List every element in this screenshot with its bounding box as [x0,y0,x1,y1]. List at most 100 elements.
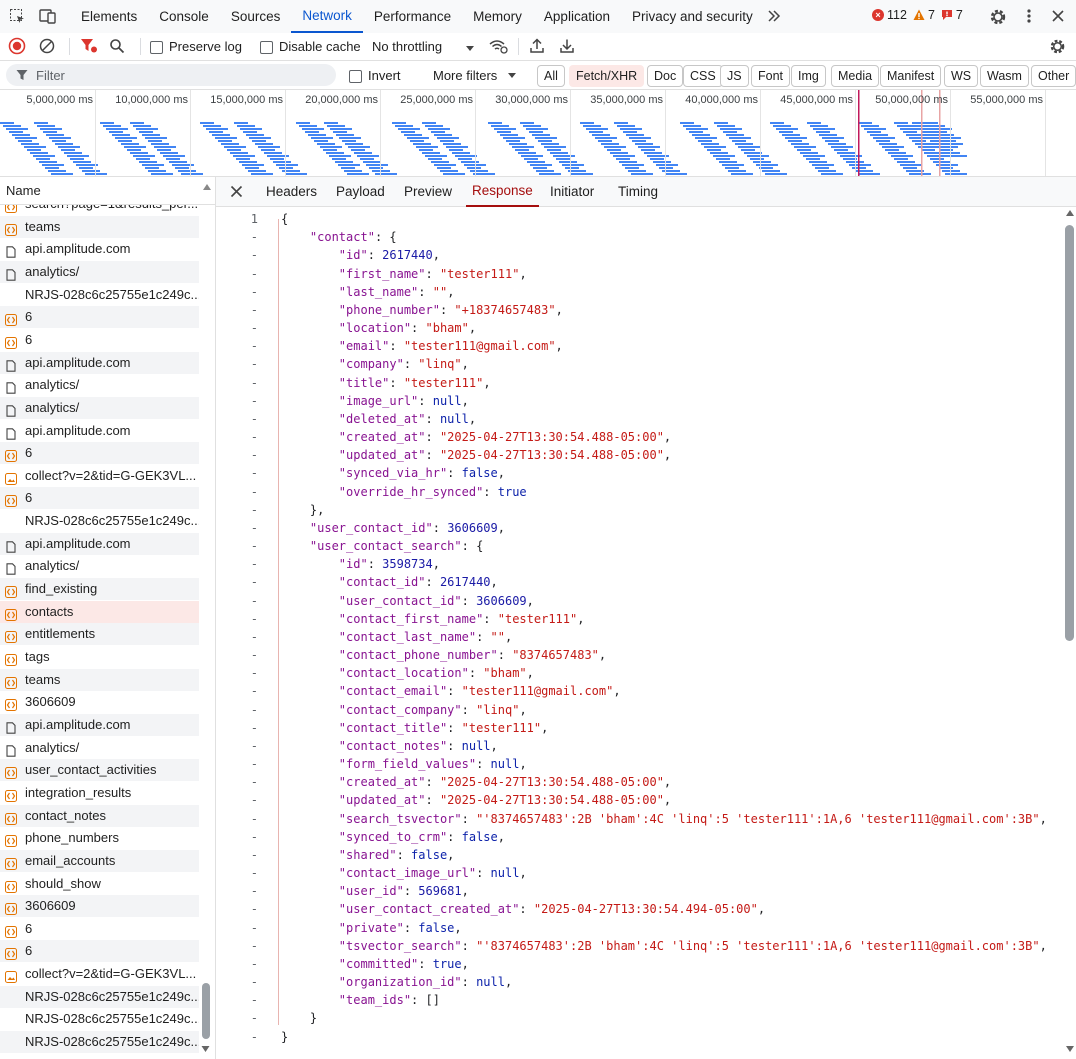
request-row[interactable]: tags [0,646,199,668]
request-row[interactable]: NRJS-028c6c25755e1c249c... [0,985,199,1008]
tab-performance[interactable]: Performance [363,0,462,33]
response-scrollbar[interactable] [1064,209,1076,1055]
request-row[interactable]: user_contact_activities [0,759,199,782]
kebab-menu-icon[interactable] [1021,8,1037,24]
timeline-overview[interactable]: 5,000,000 ms 10,000,000 ms 15,000,000 ms 20… [0,90,1076,177]
type-filter-wasm[interactable]: Wasm [980,65,1029,87]
type-filter-img[interactable]: Img [791,65,826,87]
request-row[interactable]: api.amplitude.com [0,420,199,442]
record-stop-icon[interactable] [8,37,26,58]
request-row[interactable]: 6 [0,487,199,510]
tab-application[interactable]: Application [533,0,621,33]
checkbox-box[interactable] [150,41,163,55]
disable-cache-checkbox[interactable]: Disable cache [260,39,361,55]
request-row[interactable]: 6 [0,329,199,351]
invert-checkbox[interactable]: Invert [349,68,401,84]
warning-counter[interactable]: 7 [913,8,935,22]
request-row[interactable]: api.amplitude.com [0,238,199,260]
request-row[interactable]: NRJS-028c6c25755e1c249c... [0,1008,199,1030]
request-row[interactable]: api.amplitude.com [0,532,199,555]
tab-privacy-and-security[interactable]: Privacy and security [621,0,764,33]
filter-input[interactable]: Filter [6,64,336,86]
type-filter-js[interactable]: JS [720,65,749,87]
request-row[interactable]: find_existing [0,578,199,601]
detail-tab-payload[interactable]: Payload [336,177,385,207]
type-filter-manifest[interactable]: Manifest [880,65,942,87]
request-row[interactable]: analytics/ [0,396,199,419]
request-row[interactable]: NRJS-028c6c25755e1c249c... [0,284,199,306]
request-row[interactable]: collect?v=2&tid=G-GEK3VL... [0,465,199,487]
response-body[interactable]: 1{- "contact": {- "id": 2617440, - "first… [216,207,1061,1057]
issue-counter[interactable]: 7 [941,8,963,22]
scroll-down-arrow-icon[interactable] [201,1045,210,1053]
scroll-up-arrow-icon[interactable] [1065,209,1075,217]
more-filters-dropdown[interactable]: More filters [433,68,517,83]
request-row[interactable]: 3606609 [0,691,199,713]
request-row[interactable]: contact_notes [0,804,199,827]
checkbox-box[interactable] [349,70,362,84]
detail-tab-preview[interactable]: Preview [404,177,452,207]
request-row[interactable]: 6 [0,306,199,329]
export-har-icon[interactable] [559,38,575,57]
request-row[interactable]: analytics/ [0,374,199,396]
request-row[interactable]: api.amplitude.com [0,351,199,374]
device-toolbar-icon[interactable] [39,8,56,24]
scroll-thumb[interactable] [202,983,210,1039]
request-row[interactable]: teams [0,215,199,238]
tab-sources[interactable]: Sources [220,0,292,33]
tab-console[interactable]: Console [148,0,220,33]
network-settings-gear-icon[interactable] [1049,38,1066,58]
request-row[interactable]: search?page=1&results_per... [0,205,199,215]
import-har-icon[interactable] [529,38,545,57]
request-row[interactable]: entitlements [0,623,199,646]
chevron-down-icon[interactable] [465,41,475,56]
detail-tab-timing[interactable]: Timing [618,177,658,207]
type-filter-fetch-xhr[interactable]: Fetch/XHR [569,65,645,87]
request-row[interactable]: analytics/ [0,737,199,759]
request-row[interactable]: should_show [0,873,199,895]
detail-tab-response[interactable]: Response [466,177,539,207]
request-row[interactable]: analytics/ [0,555,199,577]
filter-funnel-icon[interactable] [80,38,98,57]
type-filter-media[interactable]: Media [831,65,880,87]
throttling-select[interactable]: No throttling [372,39,442,54]
request-row[interactable]: api.amplitude.com [0,713,199,736]
detail-tab-initiator[interactable]: Initiator [550,177,594,207]
clear-icon[interactable] [39,38,55,57]
type-filter-all[interactable]: All [537,65,565,87]
type-filter-ws[interactable]: WS [944,65,979,87]
detail-tab-headers[interactable]: Headers [266,177,317,207]
network-conditions-icon[interactable] [488,38,508,57]
request-row[interactable]: NRJS-028c6c25755e1c249c... [0,1031,199,1054]
inspect-element-icon[interactable] [9,8,25,24]
close-detail-icon[interactable] [230,185,243,201]
request-row[interactable]: analytics/ [0,260,199,283]
request-row[interactable]: integration_results [0,782,199,804]
preserve-log-checkbox[interactable]: Preserve log [150,39,242,55]
request-list-scrollbar[interactable] [201,185,210,1059]
type-filter-other[interactable]: Other [1031,65,1076,87]
request-row[interactable]: collect?v=2&tid=G-GEK3VL... [0,963,199,985]
type-filter-doc[interactable]: Doc [647,65,684,87]
request-row[interactable]: phone_numbers [0,827,199,849]
type-filter-css[interactable]: CSS [683,65,723,87]
request-row[interactable]: 6 [0,442,199,465]
close-devtools-icon[interactable] [1050,8,1066,24]
settings-gear-icon[interactable] [989,8,1006,25]
name-column-header[interactable]: Name [0,177,215,205]
search-icon[interactable] [109,38,125,57]
request-row[interactable]: contacts [0,600,199,623]
checkbox-box[interactable] [260,41,273,55]
request-row[interactable]: email_accounts [0,849,199,872]
scroll-down-arrow-icon[interactable] [1065,1045,1075,1053]
request-row[interactable]: 6 [0,918,199,940]
tab-memory[interactable]: Memory [462,0,533,33]
tab-elements[interactable]: Elements [70,0,148,33]
type-filter-font[interactable]: Font [751,65,791,87]
request-row[interactable]: teams [0,668,199,691]
tab-network[interactable]: Network [291,0,363,33]
request-row[interactable]: 3606609 [0,895,199,918]
request-row[interactable]: 6 [0,940,199,963]
error-counter[interactable]: × 112 [872,8,907,22]
double-chevron-right-icon[interactable] [766,8,782,24]
